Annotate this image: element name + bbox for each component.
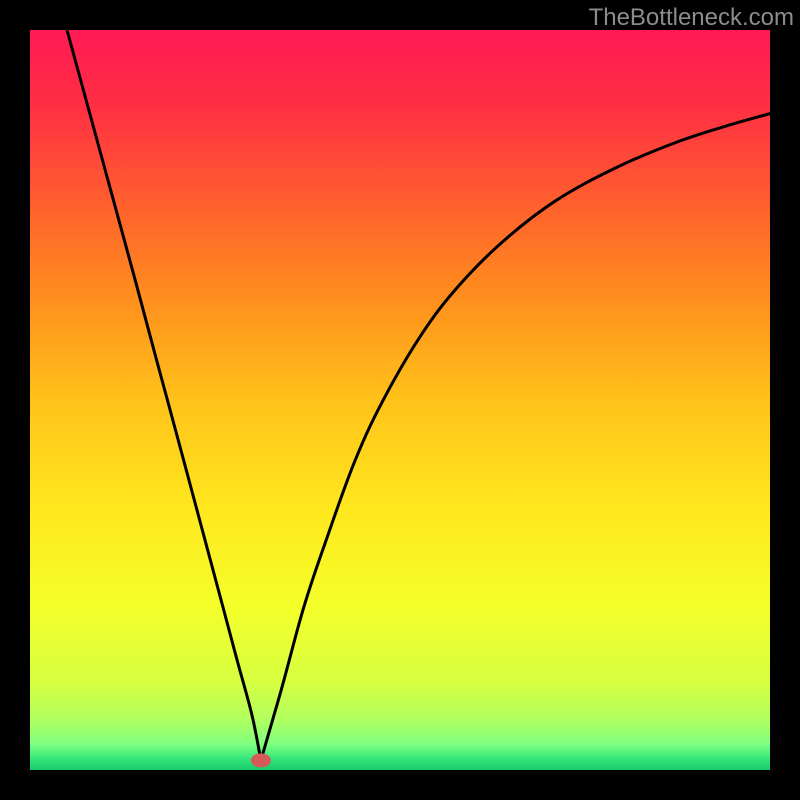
gradient-fill	[30, 30, 770, 770]
watermark-text: TheBottleneck.com	[589, 4, 794, 32]
chart-frame	[30, 30, 770, 770]
minimum-marker	[251, 753, 271, 767]
chart-svg	[30, 30, 770, 770]
